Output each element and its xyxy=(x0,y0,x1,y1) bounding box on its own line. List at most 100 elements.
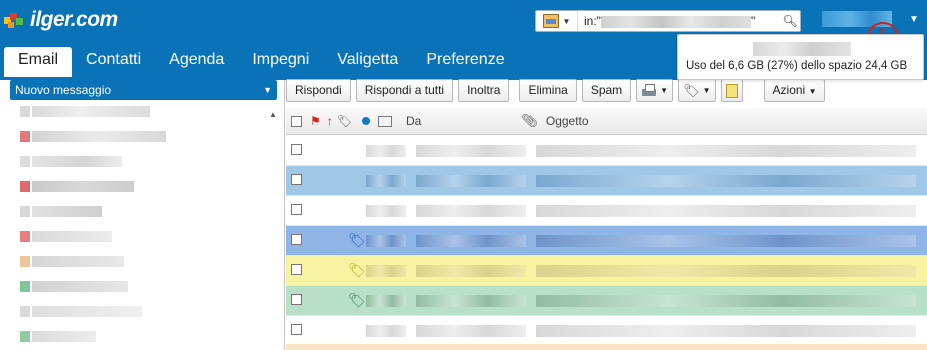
folder-item[interactable] xyxy=(14,281,264,306)
note-icon xyxy=(725,83,738,98)
chevron-down-icon: ▼ xyxy=(562,16,571,26)
tag-green-icon: 🏷︎ xyxy=(348,292,366,308)
new-message-button[interactable]: Nuovo messaggio ▼ xyxy=(10,80,277,100)
message-checkbox[interactable] xyxy=(291,264,302,275)
folder-item[interactable] xyxy=(14,306,264,331)
message-checkbox[interactable] xyxy=(291,234,302,245)
folder-item[interactable] xyxy=(14,106,264,131)
tab-preferenze[interactable]: Preferenze xyxy=(412,47,518,77)
actions-button[interactable]: Azioni ▼ xyxy=(763,79,826,102)
message-checkbox[interactable] xyxy=(291,144,302,155)
select-all-checkbox[interactable] xyxy=(291,115,302,127)
envelope-icon[interactable] xyxy=(378,115,392,127)
tab-email[interactable]: Email xyxy=(4,47,73,77)
message-list: 🏷︎ 🏷︎ 🏷︎ xyxy=(286,136,927,350)
mail-toolbar: Rispondi Rispondi a tutti Inoltra Elimin… xyxy=(286,78,927,103)
message-list-header: ⚑ ↑ 🏷︎ Da 📎︎ Oggetto xyxy=(286,108,927,135)
quota-text: Uso del 6,6 GB (27%) dello spazio 24,4 G… xyxy=(686,60,908,72)
message-sender-redacted xyxy=(366,325,406,337)
message-from-redacted xyxy=(416,145,526,157)
delete-button[interactable]: Elimina xyxy=(519,79,577,102)
folder-item[interactable] xyxy=(14,131,264,156)
message-sender-redacted xyxy=(366,175,406,187)
print-icon xyxy=(641,84,657,97)
message-subject-redacted xyxy=(536,145,916,157)
tag-yellow-icon: 🏷︎ xyxy=(348,262,366,278)
message-from-redacted xyxy=(416,175,526,187)
search-input[interactable]: in:" " xyxy=(578,14,780,28)
logo-text: ilger.com xyxy=(30,8,118,31)
folder-item[interactable] xyxy=(14,206,264,231)
message-row[interactable] xyxy=(286,196,927,226)
actions-label: Azioni xyxy=(772,83,806,97)
search-scope-button[interactable]: ▼ xyxy=(536,11,578,31)
search-query-prefix: in:" xyxy=(584,14,601,28)
mailbox-icon xyxy=(542,14,559,28)
message-row[interactable] xyxy=(286,136,927,166)
tag-icon: 🏷︎ xyxy=(683,82,700,98)
tag-blue-icon: 🏷︎ xyxy=(348,232,366,248)
message-sender-redacted xyxy=(366,295,406,307)
message-subject-redacted xyxy=(536,265,916,277)
folder-item[interactable] xyxy=(14,331,264,350)
tab-agenda[interactable]: Agenda xyxy=(155,47,238,77)
attachment-icon[interactable]: 📎︎ xyxy=(521,113,538,129)
column-from[interactable]: Da xyxy=(406,114,421,128)
tab-impegni[interactable]: Impegni xyxy=(238,47,323,77)
scroll-up-icon[interactable]: ▲ xyxy=(267,110,279,119)
message-subject-redacted xyxy=(536,325,916,337)
sidebar: Nuovo messaggio ▼ ▲ xyxy=(0,80,285,350)
logo[interactable]: ilger.com xyxy=(4,8,118,32)
forward-button[interactable]: Inoltra xyxy=(458,79,510,102)
note-button[interactable] xyxy=(720,79,743,102)
search-bar: ▼ in:" " 🔍︎ xyxy=(535,10,801,32)
print-button[interactable]: ▼ xyxy=(636,79,674,102)
message-checkbox[interactable] xyxy=(291,174,302,185)
folder-item[interactable] xyxy=(14,156,264,181)
message-from-redacted xyxy=(416,235,526,247)
message-sender-redacted xyxy=(366,265,406,277)
new-message-label: Nuovo messaggio xyxy=(15,83,112,97)
message-from-redacted xyxy=(416,265,526,277)
message-row[interactable]: 🏷︎ xyxy=(286,286,927,316)
message-checkbox[interactable] xyxy=(291,294,302,305)
message-subject-redacted xyxy=(536,235,916,247)
logo-icon xyxy=(4,11,28,29)
search-icon[interactable]: 🔍︎ xyxy=(780,11,800,31)
reply-button[interactable]: Rispondi xyxy=(286,79,351,102)
message-sender-redacted xyxy=(366,145,406,157)
account-chevron-down-icon[interactable]: ▼ xyxy=(909,14,919,25)
chevron-down-icon: ▼ xyxy=(660,86,669,95)
search-query-suffix: " xyxy=(750,14,756,28)
folder-list xyxy=(14,106,264,350)
message-row[interactable] xyxy=(286,166,927,196)
tab-valigetta[interactable]: Valigetta xyxy=(323,47,412,77)
reply-all-button[interactable]: Rispondi a tutti xyxy=(355,79,454,102)
message-row[interactable]: 🏷︎ xyxy=(286,226,927,256)
tab-contatti[interactable]: Contatti xyxy=(72,47,155,77)
message-row[interactable] xyxy=(286,316,927,346)
message-from-redacted xyxy=(416,295,526,307)
message-checkbox[interactable] xyxy=(291,204,302,215)
chevron-down-icon[interactable]: ▼ xyxy=(263,80,272,100)
tag-button[interactable]: 🏷︎ ▼ xyxy=(678,79,716,102)
message-row[interactable]: 🏷︎ xyxy=(286,256,927,286)
redacted-text xyxy=(600,15,751,28)
folder-item[interactable] xyxy=(14,256,264,281)
message-subject-redacted xyxy=(536,205,916,217)
message-list-footer xyxy=(286,344,927,350)
chevron-down-icon: ▼ xyxy=(808,87,817,96)
message-from-redacted xyxy=(416,205,526,217)
folder-item[interactable] xyxy=(14,181,264,206)
priority-icon[interactable]: ↑ xyxy=(327,114,333,128)
folder-item[interactable] xyxy=(14,231,264,256)
unread-dot-icon[interactable] xyxy=(362,117,370,125)
message-checkbox[interactable] xyxy=(291,324,302,335)
tag-column-icon[interactable]: 🏷︎ xyxy=(337,114,352,128)
spam-button[interactable]: Spam xyxy=(581,79,632,102)
account-redacted xyxy=(753,42,851,56)
flag-icon[interactable]: ⚑ xyxy=(310,114,321,128)
sidebar-scrollbar[interactable]: ▲ xyxy=(267,110,279,350)
column-subject[interactable]: Oggetto xyxy=(546,114,589,128)
message-sender-redacted xyxy=(366,205,406,217)
